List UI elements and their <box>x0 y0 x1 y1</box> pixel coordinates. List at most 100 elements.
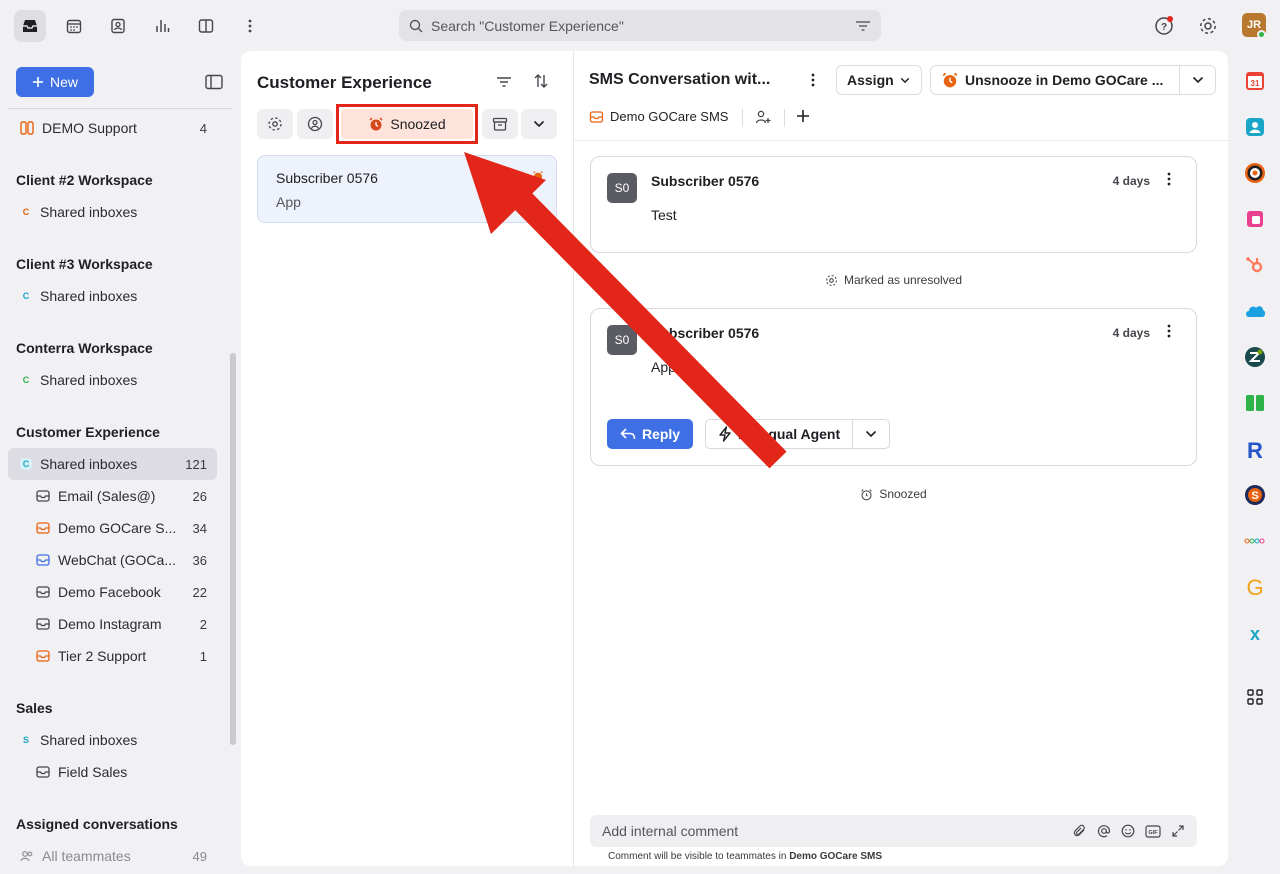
sidebar-item-label: Demo Facebook <box>58 584 161 600</box>
sidebar-item-label: Shared inboxes <box>40 288 138 304</box>
unsnooze-dropdown[interactable] <box>1179 66 1215 94</box>
workspace-heading: Client #3 Workspace <box>16 256 153 272</box>
r-app-icon[interactable]: R <box>1242 436 1268 462</box>
sidebar-item-shared-inboxes[interactable]: C Shared inboxes <box>8 364 217 396</box>
sidebar-item-field-sales[interactable]: Field Sales <box>24 756 217 788</box>
online-status-dot <box>1257 30 1266 39</box>
status-filter-button[interactable] <box>257 109 293 139</box>
message-more-icon[interactable] <box>1162 323 1176 339</box>
sender-avatar: S0 <box>607 325 637 355</box>
workspace-heading: Client #2 Workspace <box>16 172 153 188</box>
workspace-heading: Sales <box>16 700 53 716</box>
sidebar-item-all-teammates[interactable]: All teammates 49 <box>8 840 217 872</box>
contacts-app-icon[interactable] <box>1242 114 1268 140</box>
expand-icon[interactable] <box>1171 824 1185 838</box>
internal-comment-box[interactable]: Add internal comment GIF <box>590 815 1197 847</box>
new-button[interactable]: New <box>16 67 94 97</box>
inbox-icon <box>20 121 34 135</box>
search-bar[interactable]: Search "Customer Experience" <box>399 10 881 41</box>
attachment-icon[interactable] <box>1073 824 1087 838</box>
sidebar-item-email-sales[interactable]: Email (Sales@) 26 <box>24 480 217 512</box>
sidebar-item-label: Tier 2 Support <box>58 648 147 664</box>
book-app-icon[interactable] <box>1242 390 1268 416</box>
add-participant-icon[interactable] <box>755 109 771 125</box>
help-icon[interactable]: ? <box>1148 10 1180 42</box>
inbox-tag-label: Demo GOCare SMS <box>610 109 729 124</box>
sidebar-item-shared-inboxes[interactable]: C Shared inboxes <box>8 280 217 312</box>
target-app-icon[interactable] <box>1242 160 1268 186</box>
panel-divider <box>573 51 574 866</box>
sidebar-item-tier-2-support[interactable]: Tier 2 Support 1 <box>24 640 217 672</box>
envelope-icon <box>36 490 50 502</box>
more-filters-dropdown[interactable] <box>521 109 557 139</box>
plus-icon <box>32 77 43 87</box>
g-app-icon[interactable]: G <box>1242 574 1268 600</box>
more-vertical-icon[interactable] <box>234 10 266 42</box>
main-panel: Customer Experience Snoozed Subscriber 0… <box>241 51 1228 866</box>
search-icon <box>409 19 423 33</box>
photo-app-icon[interactable] <box>1242 206 1268 232</box>
settings-gear-icon[interactable] <box>1192 10 1224 42</box>
sidebar-item-label: WebChat (GOCa... <box>58 552 177 568</box>
chevron-down-icon <box>1192 76 1203 84</box>
message-body: App <box>651 359 676 375</box>
x-app-icon[interactable]: x <box>1242 620 1268 646</box>
assign-button[interactable]: Assign <box>836 65 922 95</box>
conversation-snippet: App <box>276 194 301 210</box>
sidebar-divider <box>8 108 232 109</box>
assignee-filter-button[interactable] <box>297 109 333 139</box>
svg-text:S: S <box>1251 490 1258 502</box>
conversation-title: SMS Conversation wit... <box>589 71 771 88</box>
calendar-icon[interactable] <box>58 10 90 42</box>
inbox-tag[interactable]: Demo GOCare SMS <box>589 109 728 124</box>
conversation-more-icon[interactable] <box>806 72 820 88</box>
google-calendar-app-icon[interactable]: 31 <box>1242 68 1268 94</box>
conversation-card[interactable]: Subscriber 0576 App <box>257 155 557 223</box>
filter-icon[interactable] <box>496 75 512 89</box>
list-title: Customer Experience <box>257 73 432 92</box>
salesforce-cloud-icon[interactable] <box>1242 298 1268 324</box>
sidebar-item-sales-shared-inboxes[interactable]: S Shared inboxes <box>8 724 217 756</box>
alarm-clock-icon <box>942 72 958 88</box>
snoozed-filter-tab[interactable]: Snoozed <box>336 104 478 144</box>
collapse-sidebar-icon[interactable] <box>205 74 223 90</box>
zendesk-app-icon[interactable] <box>1242 344 1268 370</box>
split-view-icon[interactable] <box>190 10 222 42</box>
svg-text:G: G <box>1246 575 1263 599</box>
sidebar-item-label: Demo Instagram <box>58 616 162 632</box>
analytics-icon[interactable] <box>146 10 178 42</box>
sidebar-item-cx-shared-inboxes[interactable]: C Shared inboxes 121 <box>8 448 217 480</box>
archive-filter-button[interactable] <box>482 109 518 139</box>
gif-icon[interactable]: GIF <box>1145 824 1161 838</box>
sidebar-item-demo-instagram[interactable]: Demo Instagram 2 <box>24 608 217 640</box>
envelope-icon <box>36 618 50 630</box>
comment-input[interactable]: Add internal comment <box>602 823 1073 839</box>
ai-agent-button[interactable]: Bilingual Agent <box>705 419 890 449</box>
inbox-app-icon[interactable] <box>14 10 46 42</box>
mention-icon[interactable] <box>1097 824 1111 838</box>
emoji-icon[interactable] <box>1121 824 1135 838</box>
filter-icon[interactable] <box>855 19 871 33</box>
sidebar-item-webchat[interactable]: WebChat (GOCa... 36 <box>24 544 217 576</box>
unsnooze-button[interactable]: Unsnooze in Demo GOCare ... <box>930 65 1216 95</box>
sidebar-item-count: 34 <box>192 520 207 536</box>
message-more-icon[interactable] <box>1162 171 1176 187</box>
lightning-icon <box>719 426 731 442</box>
sidebar-item-demo-support[interactable]: DEMO Support 4 <box>8 112 217 144</box>
reply-button[interactable]: Reply <box>607 419 693 449</box>
sidebar-item-demo-facebook[interactable]: Demo Facebook 22 <box>24 576 217 608</box>
apps-grid-icon[interactable] <box>1242 684 1268 710</box>
envelope-icon <box>36 766 50 778</box>
sidebar-item-shared-inboxes[interactable]: C Shared inboxes <box>8 196 217 228</box>
sidebar-item-demo-gocare-sms[interactable]: Demo GOCare S... 34 <box>24 512 217 544</box>
search-input[interactable]: Search "Customer Experience" <box>431 18 855 34</box>
contacts-icon[interactable] <box>102 10 134 42</box>
sidebar-scrollbar[interactable] <box>230 353 236 745</box>
ai-agent-dropdown[interactable] <box>853 430 889 438</box>
s-globe-app-icon[interactable]: S <box>1242 482 1268 508</box>
hubspot-app-icon[interactable] <box>1242 252 1268 278</box>
conversation-sender: Subscriber 0576 <box>276 170 378 186</box>
add-tag-icon[interactable] <box>796 109 810 123</box>
sort-icon[interactable] <box>533 73 549 89</box>
dots-app-icon[interactable] <box>1242 528 1268 554</box>
